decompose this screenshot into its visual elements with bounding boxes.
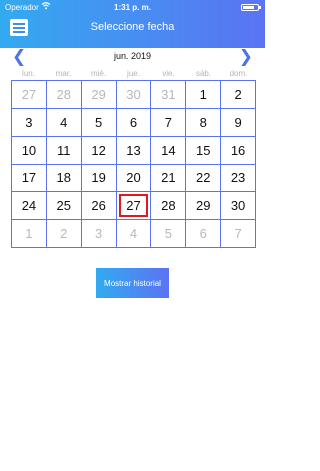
weekday-header: lun. mar. mié. jue. vie. sáb. dom. [11,69,256,78]
weekday-label: dom. [229,69,248,78]
day-cell[interactable]: 16 [221,136,256,165]
day-cell[interactable]: 28 [151,192,187,221]
day-cell[interactable]: 6 [116,108,152,137]
page-title: Seleccione fecha [90,21,175,33]
weekday-label: mar. [55,69,72,78]
day-cell[interactable]: 4 [116,220,152,248]
weekday-label: vie. [162,69,175,78]
selected-day-cell[interactable]: 27 [116,192,152,221]
weekday-label: sáb. [195,69,212,78]
day-cell[interactable]: 4 [46,108,82,137]
day-cell[interactable]: 18 [46,164,82,193]
day-cell[interactable]: 8 [186,108,222,137]
day-cell[interactable]: 28 [46,81,82,109]
app-header: Operador 1:31 p. m. Seleccione fecha [0,0,265,48]
day-cell[interactable]: 17 [12,164,47,193]
day-cell[interactable]: 1 [186,81,222,109]
day-cell[interactable]: 2 [46,220,82,248]
day-cell[interactable]: 20 [116,164,152,193]
day-cell[interactable]: 22 [186,164,222,193]
calendar-grid: 27 28 29 30 31 1 2 3 4 5 6 7 8 9 10 11 12 13 14 15 16 17 18 19 2… [11,80,256,248]
day-cell[interactable]: 19 [81,164,117,193]
day-cell[interactable]: 3 [81,220,117,248]
weekday-label: jue. [127,69,140,78]
day-cell[interactable]: 14 [151,136,187,165]
day-cell[interactable]: 3 [12,108,47,137]
day-cell[interactable]: 13 [116,136,152,165]
weekday-label: mié. [90,69,107,78]
day-cell[interactable]: 29 [81,81,117,109]
day-cell[interactable]: 25 [46,192,82,221]
day-cell[interactable]: 7 [151,108,187,137]
day-cell[interactable]: 26 [81,192,117,221]
month-label: jun. 2019 [113,51,152,61]
day-cell[interactable]: 11 [46,136,82,165]
day-cell[interactable]: 6 [186,220,222,248]
day-cell[interactable]: 5 [151,220,187,248]
day-cell[interactable]: 29 [186,192,222,221]
day-cell[interactable]: 15 [186,136,222,165]
day-cell[interactable]: 5 [81,108,117,137]
day-cell[interactable]: 7 [221,220,256,248]
day-cell[interactable]: 1 [12,220,47,248]
day-cell[interactable]: 9 [221,108,256,137]
day-cell[interactable]: 24 [12,192,47,221]
day-cell[interactable]: 23 [221,164,256,193]
day-cell[interactable]: 27 [12,81,47,109]
day-cell[interactable]: 2 [221,81,256,109]
day-cell[interactable]: 21 [151,164,187,193]
clock-label: 1:31 p. m. [114,3,151,12]
day-cell[interactable]: 12 [81,136,117,165]
day-cell[interactable]: 30 [116,81,152,109]
month-navigation: ❮ jun. 2019 ❯ [0,47,265,67]
next-month-icon[interactable]: ❯ [239,47,253,67]
battery-icon [241,4,261,11]
day-cell[interactable]: 31 [151,81,187,109]
day-cell[interactable]: 10 [12,136,47,165]
day-cell[interactable]: 30 [221,192,256,221]
show-history-button[interactable]: Mostrar historial [96,268,169,298]
weekday-label: lun. [22,69,35,78]
status-bar: Operador 1:31 p. m. [0,0,265,14]
